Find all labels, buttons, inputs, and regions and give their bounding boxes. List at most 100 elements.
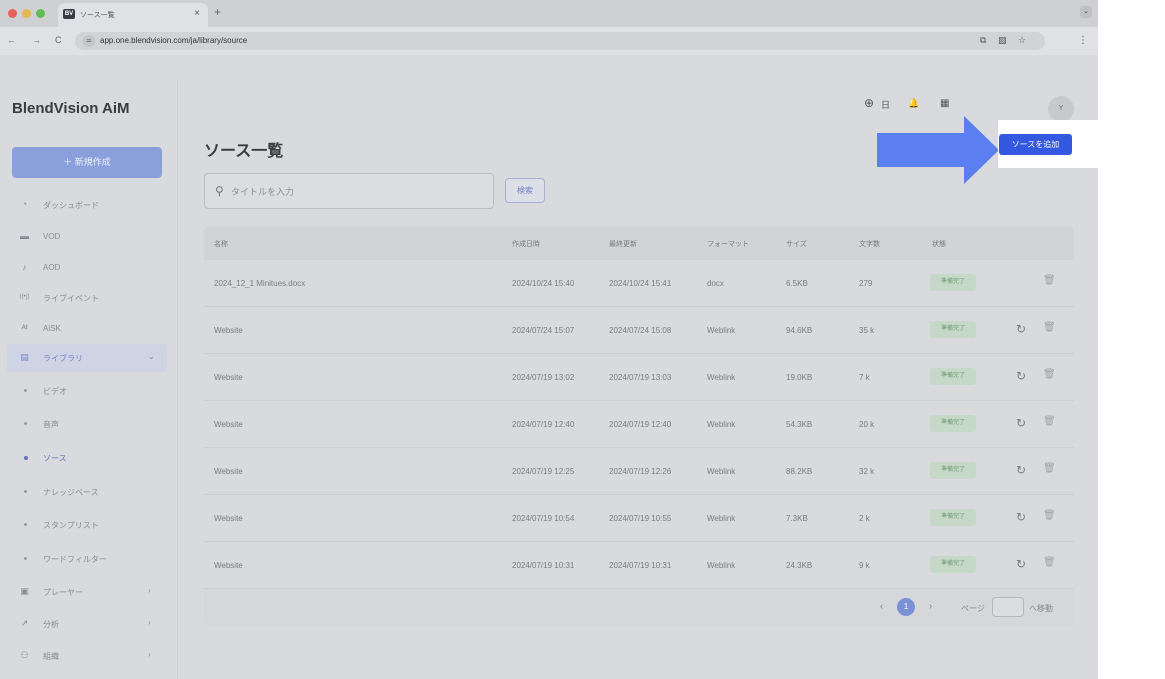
cell-name[interactable]: Website bbox=[214, 420, 243, 429]
table-row[interactable]: 2024_12_1 Minitues.docx 2024/10/24 15:40 2… bbox=[204, 260, 1074, 307]
minimize-window-button[interactable] bbox=[22, 9, 31, 18]
sidebar-item-analytics[interactable]: ↗ 分析 › bbox=[0, 610, 178, 638]
sidebar-item-knowledge-base[interactable]: ナレッジベース bbox=[0, 478, 178, 506]
search-input[interactable] bbox=[231, 183, 481, 201]
sidebar-item-stamp-list[interactable]: スタンプリスト bbox=[0, 511, 178, 539]
sidebar-item-source[interactable]: ソース bbox=[0, 444, 178, 472]
refresh-icon[interactable]: ↻ bbox=[1016, 369, 1026, 383]
sidebar-item-audio[interactable]: 音声 bbox=[0, 410, 178, 438]
cell-format: Weblink bbox=[707, 420, 736, 429]
forward-icon[interactable]: → bbox=[32, 35, 41, 45]
search-button[interactable]: 検索 bbox=[505, 178, 545, 203]
maximize-window-button[interactable] bbox=[36, 9, 45, 18]
url-text[interactable]: app.one.blendvision.com/ja/library/sourc… bbox=[100, 36, 247, 45]
trash-icon[interactable]: 🗑 bbox=[1043, 557, 1056, 568]
new-tab-icon[interactable]: + bbox=[214, 5, 221, 19]
refresh-icon[interactable]: ↻ bbox=[1016, 322, 1026, 336]
trash-icon[interactable]: 🗑 bbox=[1043, 416, 1056, 427]
cell-created: 2024/07/19 13:02 bbox=[512, 373, 575, 382]
prev-page-icon[interactable]: ‹ bbox=[880, 601, 883, 612]
sidebar-item-aod[interactable]: ♪ AOD bbox=[0, 254, 178, 282]
organization-switch-icon[interactable]: ▦ bbox=[940, 98, 949, 109]
sidebar-item-label: AiSK bbox=[43, 324, 61, 333]
sidebar-item-label: AOD bbox=[43, 263, 61, 272]
install-app-icon[interactable]: ⧉ bbox=[980, 35, 986, 46]
back-icon[interactable]: ← bbox=[7, 35, 16, 45]
sidebar-item-player[interactable]: ▣ プレーヤー › bbox=[0, 578, 178, 606]
column-header-name: 名称 bbox=[214, 241, 228, 248]
table-row[interactable]: Website 2024/07/19 13:02 2024/07/19 13:03 W… bbox=[204, 354, 1074, 401]
trash-icon[interactable]: 🗑 bbox=[1043, 463, 1056, 474]
search-box[interactable]: ⚲ bbox=[204, 173, 494, 209]
sidebar-item-organization[interactable]: ⚇ 組織 › bbox=[0, 642, 178, 670]
chevron-right-icon: › bbox=[148, 650, 151, 659]
sidebar-item-label: 組織 bbox=[43, 652, 59, 661]
page-number-current[interactable]: 1 bbox=[897, 598, 915, 616]
browser-menu-icon[interactable]: ⋮ bbox=[1078, 35, 1088, 46]
sidebar-item-aisk[interactable]: AI AiSK bbox=[0, 315, 178, 343]
refresh-icon[interactable]: ↻ bbox=[1016, 510, 1026, 524]
refresh-icon[interactable]: ↻ bbox=[1016, 463, 1026, 477]
trash-icon[interactable]: 🗑 bbox=[1043, 369, 1056, 380]
cell-created: 2024/07/24 15:07 bbox=[512, 326, 575, 335]
tab-search-icon[interactable]: ⌄ bbox=[1080, 6, 1092, 18]
cell-size: 88.2KB bbox=[786, 467, 813, 476]
sidebar-item-label: 分析 bbox=[43, 620, 59, 629]
cell-name[interactable]: Website bbox=[214, 514, 243, 523]
globe-icon[interactable]: ⊕ bbox=[864, 96, 874, 110]
refresh-icon[interactable]: ↻ bbox=[1016, 416, 1026, 430]
cell-name[interactable]: Website bbox=[214, 373, 243, 382]
close-window-button[interactable] bbox=[8, 9, 17, 18]
cell-name[interactable]: 2024_12_1 Minitues.docx bbox=[214, 279, 305, 288]
next-page-icon[interactable]: › bbox=[929, 601, 932, 612]
sidebar-item-label: VOD bbox=[43, 232, 61, 241]
reload-icon[interactable]: C bbox=[55, 35, 62, 45]
status-badge: 準備完了 bbox=[930, 415, 976, 432]
cell-size: 7.3KB bbox=[786, 514, 808, 523]
sidebar-item-label: 音声 bbox=[43, 420, 59, 429]
sidebar-item-vod[interactable]: ▬ VOD bbox=[0, 223, 178, 251]
page-goto-input[interactable] bbox=[992, 597, 1024, 617]
bell-icon[interactable]: 🔔 bbox=[908, 98, 919, 109]
sidebar-item-label: ソース bbox=[43, 454, 67, 463]
table-row[interactable]: Website 2024/07/19 12:40 2024/07/19 12:40 W… bbox=[204, 401, 1074, 448]
table-row[interactable]: Website 2024/07/19 10:54 2024/07/19 10:55 W… bbox=[204, 495, 1074, 542]
tab-favicon: BV bbox=[63, 9, 75, 19]
trash-icon[interactable]: 🗑 bbox=[1043, 275, 1056, 286]
sidebar-item-label: ライブイベント bbox=[43, 294, 99, 303]
url-omnibox[interactable]: ⚌ app.one.blendvision.com/ja/library/sou… bbox=[75, 32, 1045, 50]
language-label[interactable]: 日 bbox=[881, 98, 890, 111]
sidebar-item-label: ライブラリ bbox=[43, 354, 83, 363]
trash-icon[interactable]: 🗑 bbox=[1043, 510, 1056, 521]
table-row[interactable]: Website 2024/07/19 10:31 2024/07/19 10:31 W… bbox=[204, 542, 1074, 589]
cell-name[interactable]: Website bbox=[214, 326, 243, 335]
library-icon: ▤ bbox=[20, 352, 29, 362]
cell-format: Weblink bbox=[707, 561, 736, 570]
cell-name[interactable]: Website bbox=[214, 467, 243, 476]
cell-name[interactable]: Website bbox=[214, 561, 243, 570]
cell-created: 2024/07/19 10:54 bbox=[512, 514, 575, 523]
site-info-icon[interactable]: ⚌ bbox=[83, 35, 95, 47]
bookmark-star-icon[interactable]: ☆ bbox=[1018, 35, 1026, 46]
refresh-icon[interactable]: ↻ bbox=[1016, 557, 1026, 571]
search-icon: ⚲ bbox=[215, 184, 224, 198]
chevron-down-icon: ⌄ bbox=[148, 352, 155, 361]
translate-icon[interactable]: ▧ bbox=[998, 35, 1007, 46]
goto-label: へ移動 bbox=[1029, 604, 1053, 613]
sidebar-item-library[interactable]: ▤ ライブラリ ⌄ bbox=[7, 344, 167, 372]
new-create-button[interactable]: ＋ 新規作成 bbox=[12, 147, 162, 178]
add-source-button[interactable]: ソースを追加 bbox=[999, 134, 1072, 155]
table-row[interactable]: Website 2024/07/19 12:25 2024/07/19 12:26 W… bbox=[204, 448, 1074, 495]
cell-format: docx bbox=[707, 279, 724, 288]
browser-tab[interactable]: BV ソース一覧 × bbox=[58, 3, 208, 27]
table-row[interactable]: Website 2024/07/24 15:07 2024/07/24 15:08 W… bbox=[204, 307, 1074, 354]
sidebar-item-live-event[interactable]: ((•)) ライブイベント bbox=[0, 284, 178, 312]
cell-size: 54.3KB bbox=[786, 420, 813, 429]
avatar[interactable]: Y bbox=[1048, 96, 1074, 122]
sidebar-item-video[interactable]: ビデオ bbox=[0, 377, 178, 405]
trash-icon[interactable]: 🗑 bbox=[1043, 322, 1056, 333]
tab-close-icon[interactable]: × bbox=[194, 8, 200, 19]
bullet-icon bbox=[24, 389, 27, 392]
sidebar-item-dashboard[interactable]: ◔ ダッシュボード bbox=[0, 191, 178, 219]
sidebar-item-word-filter[interactable]: ワードフィルター bbox=[0, 545, 178, 573]
